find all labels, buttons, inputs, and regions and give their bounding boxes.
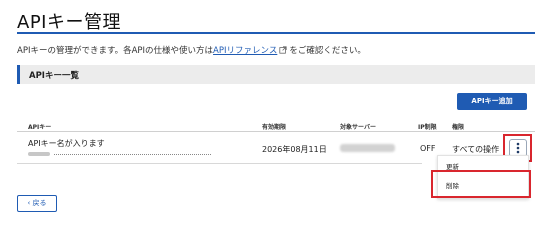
intro-before: APIキーの管理ができます。各APIの仕様や使い方は [17, 46, 214, 56]
masked-value [28, 152, 50, 156]
back-button[interactable]: ‹ 戻る [17, 195, 57, 212]
target-server-masked [340, 144, 395, 152]
add-api-key-button[interactable]: APIキー追加 [457, 93, 527, 110]
api-reference-link[interactable]: APIリファレンス [213, 46, 277, 56]
api-key-name: APIキー名が入ります [28, 139, 105, 148]
external-link-icon [279, 46, 287, 54]
title-underline [17, 32, 535, 34]
section-title: APIキー一覧 [29, 71, 79, 81]
intro-text: APIキーの管理ができます。各APIの仕様や使い方はAPIリファレンス をご確認く… [17, 44, 366, 56]
table-header-divider [17, 131, 535, 132]
page-title: APIキー管理 [17, 12, 121, 33]
column-header-expiry: 有効期限 [262, 124, 287, 131]
api-key-expiry: 2026年08月11日 [262, 145, 327, 154]
column-header-server: 対象サーバー [340, 124, 376, 131]
section-header: APIキー一覧 [17, 65, 535, 84]
column-header-ip: IP制限 [418, 124, 437, 131]
highlight-frame-delete [431, 170, 531, 198]
api-key-id-masked [28, 151, 211, 157]
column-header-key: APIキー [28, 124, 52, 131]
column-header-permission: 権限 [452, 124, 465, 131]
intro-after: をご確認ください。 [289, 46, 366, 56]
masked-dots [54, 154, 211, 155]
table-row-divider [17, 163, 422, 164]
ip-restriction-status: OFF [420, 144, 436, 153]
permission-value: すべての操作 [452, 145, 500, 154]
